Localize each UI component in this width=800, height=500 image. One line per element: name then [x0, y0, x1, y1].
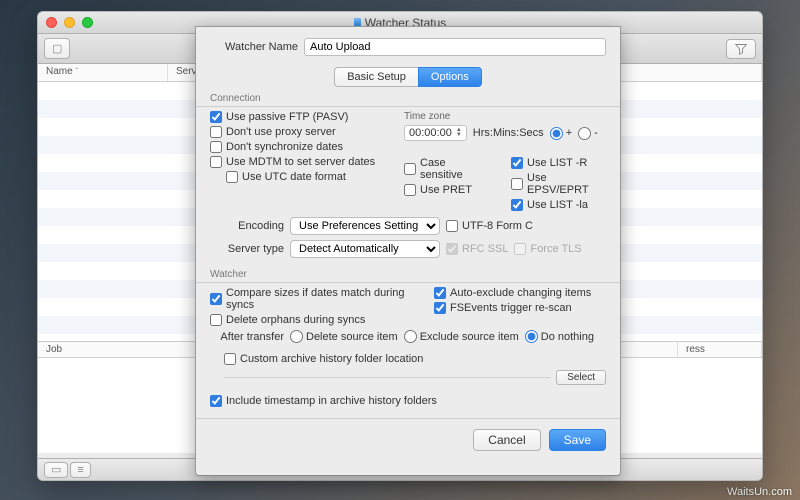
mdtm-checkbox[interactable]: Use MDTM to set server dates: [210, 156, 390, 168]
col-progress[interactable]: ress: [678, 342, 762, 357]
watcher-name-field[interactable]: [304, 38, 606, 56]
sidebar-toggle-button[interactable]: ▢: [44, 38, 70, 59]
forcetls-checkbox: Force TLS: [514, 243, 581, 255]
select-folder-button[interactable]: Select: [556, 370, 606, 385]
after-transfer-label: After transfer: [210, 331, 284, 343]
delete-orphans-checkbox[interactable]: Delete orphans during syncs: [210, 314, 420, 326]
tab-segment[interactable]: Basic Setup Options: [334, 67, 482, 87]
case-checkbox[interactable]: Case sensitive: [404, 157, 487, 181]
connection-group-label: Connection: [196, 93, 620, 104]
auto-exclude-checkbox[interactable]: Auto-exclude changing items: [434, 287, 591, 299]
tab-options[interactable]: Options: [418, 67, 482, 87]
col-name[interactable]: Nameˆ: [38, 64, 168, 81]
nosyncdates-checkbox[interactable]: Don't synchronize dates: [210, 141, 390, 153]
timezone-units: Hrs:Mins:Secs: [473, 127, 544, 139]
sort-asc-icon: ˆ: [76, 67, 79, 76]
status-activity-button[interactable]: ≡: [70, 462, 90, 478]
save-button[interactable]: Save: [549, 429, 606, 451]
filter-button[interactable]: [726, 39, 756, 59]
watcher-name-label: Watcher Name: [210, 41, 298, 53]
servertype-select[interactable]: Detect Automatically: [290, 240, 440, 258]
rfcssl-checkbox: RFC SSL: [446, 243, 508, 255]
noproxy-checkbox[interactable]: Don't use proxy server: [210, 126, 390, 138]
compare-sizes-checkbox[interactable]: Compare sizes if dates match during sync…: [210, 287, 420, 311]
include-timestamp-checkbox[interactable]: Include timestamp in archive history fol…: [210, 395, 437, 407]
utc-checkbox[interactable]: Use UTC date format: [226, 171, 390, 183]
utf8formc-checkbox[interactable]: UTF-8 Form C: [446, 220, 533, 232]
cancel-button[interactable]: Cancel: [473, 429, 540, 451]
stepper-icon[interactable]: ▲▼: [456, 128, 462, 138]
after-delete-radio[interactable]: Delete source item: [290, 330, 398, 343]
tab-basic-setup[interactable]: Basic Setup: [334, 67, 418, 87]
watermark: WaitsUn.com: [727, 486, 792, 498]
after-nothing-radio[interactable]: Do nothing: [525, 330, 594, 343]
tz-minus-radio[interactable]: -: [578, 127, 598, 140]
epsv-checkbox[interactable]: Use EPSV/EPRT: [511, 172, 606, 196]
servertype-label: Server type: [210, 243, 284, 255]
after-exclude-radio[interactable]: Exclude source item: [404, 330, 519, 343]
fsevents-checkbox[interactable]: FSEvents trigger re-scan: [434, 302, 591, 314]
timezone-label: Time zone: [404, 111, 606, 122]
status-layout-button[interactable]: ▭: [44, 462, 68, 478]
listr-checkbox[interactable]: Use LIST -R: [511, 157, 606, 169]
listla-checkbox[interactable]: Use LIST -la: [511, 199, 606, 211]
watcher-settings-sheet: Watcher Name Basic Setup Options Connect…: [195, 26, 621, 476]
watcher-group-label: Watcher: [196, 269, 620, 280]
pret-checkbox[interactable]: Use PRET: [404, 184, 487, 196]
custom-archive-checkbox[interactable]: Custom archive history folder location: [224, 353, 423, 365]
encoding-select[interactable]: Use Preferences Setting: [290, 217, 440, 235]
pasv-checkbox[interactable]: Use passive FTP (PASV): [210, 111, 390, 123]
funnel-icon: [734, 43, 748, 55]
tz-plus-radio[interactable]: +: [550, 127, 572, 140]
timezone-stepper[interactable]: 00:00:00 ▲▼: [404, 125, 467, 141]
encoding-label: Encoding: [210, 220, 284, 232]
